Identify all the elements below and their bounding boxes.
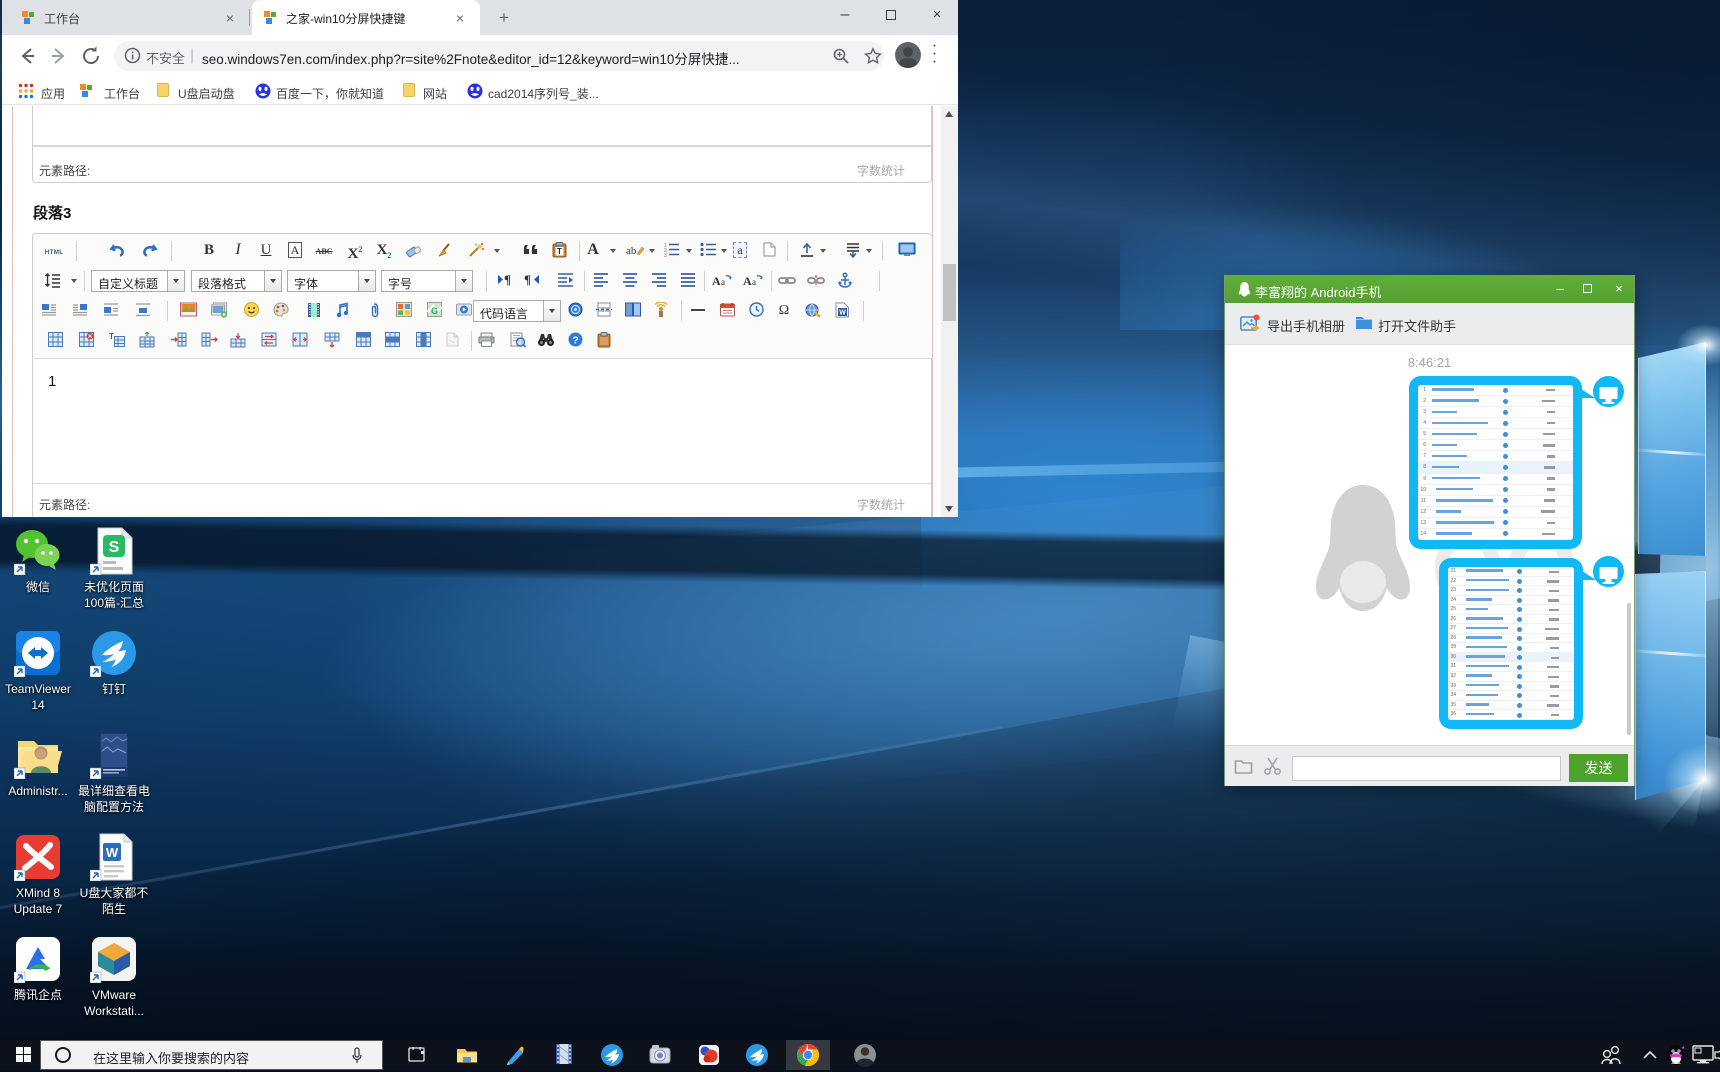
svg-text:ab: ab	[626, 245, 637, 257]
svg-text:A: A	[712, 274, 721, 288]
svg-text:T: T	[557, 247, 562, 256]
svg-text:A: A	[743, 274, 752, 288]
svg-text:3: 3	[664, 253, 667, 257]
svg-text:W: W	[839, 309, 846, 316]
svg-text:a: a	[752, 277, 756, 287]
svg-text:¶: ¶	[504, 272, 511, 287]
svg-text:a: a	[721, 277, 725, 287]
svg-text:¶: ¶	[524, 272, 531, 287]
svg-text:S: S	[109, 539, 120, 556]
svg-text:?: ?	[572, 336, 578, 347]
svg-text:T: T	[109, 332, 114, 341]
svg-text:W: W	[106, 845, 119, 860]
svg-text:G: G	[431, 306, 438, 316]
